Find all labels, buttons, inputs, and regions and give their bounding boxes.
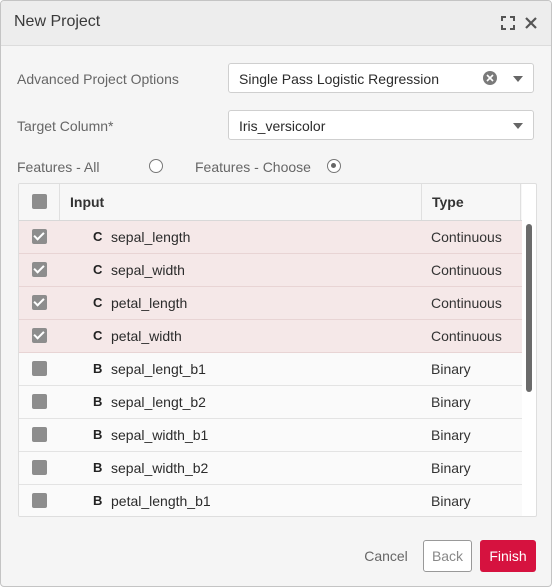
column-kind-badge: B <box>93 394 103 409</box>
column-type: Continuous <box>431 229 502 245</box>
column-kind-badge: B <box>93 493 103 508</box>
dialog-titlebar: New Project <box>1 1 551 46</box>
table-row[interactable]: Bsepal_lengt_b1 Binary <box>19 353 522 386</box>
column-name: sepal_width <box>111 262 185 278</box>
chevron-down-icon[interactable] <box>513 76 523 82</box>
advanced-options-select[interactable]: Single Pass Logistic Regression <box>228 63 534 93</box>
column-divider <box>59 184 60 220</box>
row-checkbox[interactable] <box>32 295 47 310</box>
close-icon[interactable] <box>522 14 540 32</box>
column-name: sepal_length <box>111 229 191 245</box>
select-all-checkbox[interactable] <box>32 194 47 209</box>
features-all-label: Features - All <box>17 159 100 175</box>
row-checkbox[interactable] <box>32 262 47 277</box>
chevron-down-icon[interactable] <box>513 123 523 129</box>
column-name: sepal_lengt_b1 <box>111 361 206 377</box>
dialog-title: New Project <box>14 13 101 30</box>
column-name: petal_width <box>111 328 182 344</box>
table-scrollbar-thumb[interactable] <box>526 224 532 392</box>
table-header: Input Type <box>19 184 522 221</box>
target-column-value: Iris_versicolor <box>239 118 326 134</box>
column-type: Binary <box>431 460 471 476</box>
table-row[interactable]: Cpetal_width Continuous <box>19 320 522 353</box>
table-row[interactable]: Bsepal_width_b2 Binary <box>19 452 522 485</box>
column-name: sepal_width_b1 <box>111 427 209 443</box>
table-row[interactable]: Cpetal_length Continuous <box>19 287 522 320</box>
features-choose-radio[interactable] <box>327 159 341 173</box>
cancel-button[interactable]: Cancel <box>356 540 416 572</box>
dialog-footer: Cancel Back Finish <box>1 528 551 586</box>
column-type: Binary <box>431 427 471 443</box>
row-checkbox[interactable] <box>32 328 47 343</box>
expand-icon[interactable] <box>499 14 517 32</box>
row-checkbox[interactable] <box>32 460 47 475</box>
column-divider <box>520 184 521 220</box>
column-name: petal_length <box>111 295 188 311</box>
new-project-dialog: New Project Advanced Project Options Sin… <box>0 0 552 587</box>
advanced-options-label: Advanced Project Options <box>17 71 179 87</box>
features-table: Input Type Csepal_length Continuous Csepal… <box>18 183 537 517</box>
column-kind-badge: B <box>93 460 103 475</box>
dialog-content: Advanced Project Options Single Pass Log… <box>1 46 551 586</box>
column-kind-badge: C <box>93 229 103 244</box>
table-row[interactable]: Csepal_length Continuous <box>19 221 522 254</box>
row-checkbox[interactable] <box>32 427 47 442</box>
row-checkbox[interactable] <box>32 493 47 508</box>
column-header-input[interactable]: Input <box>70 194 104 210</box>
column-type: Binary <box>431 493 471 509</box>
column-type: Binary <box>431 361 471 377</box>
features-all-radio[interactable] <box>149 159 163 173</box>
column-type: Continuous <box>431 328 502 344</box>
table-row[interactable]: Bsepal_width_b1 Binary <box>19 419 522 452</box>
column-kind-badge: C <box>93 262 103 277</box>
back-button[interactable]: Back <box>423 540 472 572</box>
features-choose-label: Features - Choose <box>195 159 311 175</box>
clear-icon[interactable] <box>483 71 497 85</box>
column-kind-badge: B <box>93 361 103 376</box>
table-row[interactable]: Bsepal_lengt_b2 Binary <box>19 386 522 419</box>
finish-button[interactable]: Finish <box>480 540 536 572</box>
target-column-label: Target Column* <box>17 118 114 134</box>
column-kind-badge: B <box>93 427 103 442</box>
column-type: Binary <box>431 394 471 410</box>
column-type: Continuous <box>431 262 502 278</box>
column-kind-badge: C <box>93 328 103 343</box>
row-checkbox[interactable] <box>32 229 47 244</box>
row-checkbox[interactable] <box>32 361 47 376</box>
table-row[interactable]: Csepal_width Continuous <box>19 254 522 287</box>
column-name: sepal_lengt_b2 <box>111 394 206 410</box>
column-kind-badge: C <box>93 295 103 310</box>
table-row[interactable]: Bpetal_length_b1 Binary <box>19 485 522 516</box>
column-divider <box>421 184 422 220</box>
row-checkbox[interactable] <box>32 394 47 409</box>
table-body: Csepal_length Continuous Csepal_width Conti… <box>19 221 522 516</box>
target-column-select[interactable]: Iris_versicolor <box>228 110 534 140</box>
column-name: sepal_width_b2 <box>111 460 209 476</box>
column-name: petal_length_b1 <box>111 493 211 509</box>
column-type: Continuous <box>431 295 502 311</box>
advanced-options-value: Single Pass Logistic Regression <box>239 71 439 87</box>
column-header-type[interactable]: Type <box>432 194 464 210</box>
